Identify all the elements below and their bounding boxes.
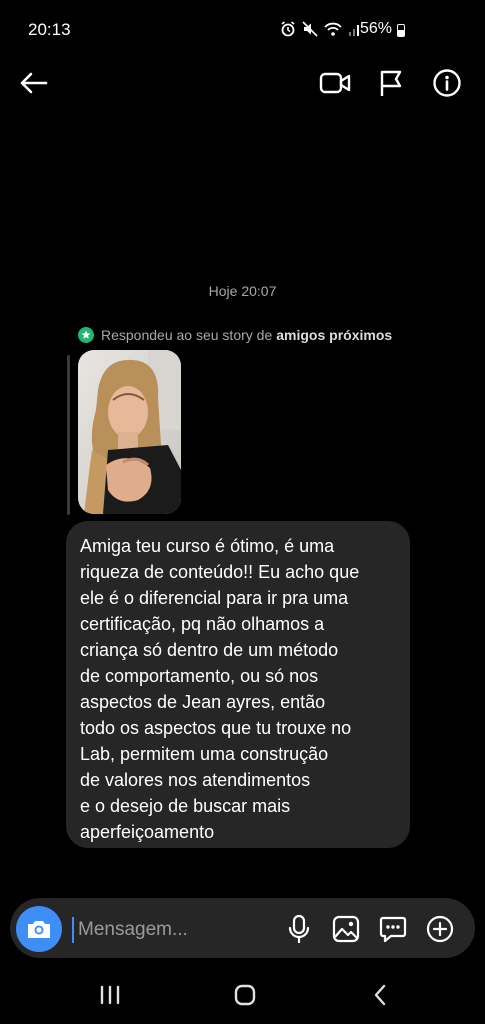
report-flag-button[interactable]	[374, 66, 408, 100]
recent-apps-button[interactable]	[96, 980, 124, 1010]
video-call-button[interactable]	[318, 66, 352, 100]
story-photo	[78, 350, 181, 514]
microphone-icon	[288, 914, 310, 944]
home-button[interactable]	[230, 980, 260, 1010]
back-arrow-icon	[20, 72, 48, 94]
message-line: aperfeiçoamento	[80, 822, 215, 842]
battery-percent: 56%	[360, 20, 393, 37]
flag-icon	[380, 70, 402, 96]
message-line: criança só dentro de um método	[80, 640, 339, 660]
voice-message-button[interactable]	[284, 912, 314, 946]
story-thumbnail[interactable]	[78, 350, 181, 514]
info-button[interactable]	[430, 66, 464, 100]
reply-indicator-line	[67, 355, 70, 515]
gallery-image-icon	[332, 915, 360, 943]
chat-bubble-icon	[379, 916, 407, 943]
mute-icon	[302, 21, 318, 37]
message-line: ele é o diferencial para ir pra uma	[80, 588, 349, 608]
message-line: de valores nos atendimentos	[80, 770, 311, 790]
message-line: certificação, pq não olhamos a	[80, 614, 325, 634]
home-icon	[234, 984, 256, 1006]
message-line: Lab, permitem uma construção	[80, 744, 329, 764]
camera-icon	[28, 921, 50, 938]
gallery-button[interactable]	[330, 912, 362, 946]
sticker-button[interactable]	[377, 912, 409, 946]
reply-context-text: Respondeu ao seu story de	[101, 327, 273, 343]
info-icon	[433, 69, 461, 97]
message-line: riqueza de conteúdo!! Eu acho que	[80, 562, 360, 582]
chevron-left-icon	[374, 984, 386, 1006]
video-call-icon	[319, 72, 351, 94]
status-bar: 20:13 56%	[0, 0, 485, 60]
system-back-button[interactable]	[366, 980, 394, 1010]
wifi-icon	[324, 22, 342, 36]
alarm-icon	[281, 21, 295, 37]
message-input[interactable]	[72, 917, 288, 943]
message-line: todo os aspectos que tu trouxe no	[80, 718, 352, 738]
plus-circle-icon	[426, 915, 454, 943]
message-line: e o desejo de buscar mais	[80, 796, 291, 816]
message-line: de comportamento, ou só nos	[80, 666, 319, 686]
reply-context-bold: amigos próximos	[276, 327, 393, 343]
back-button[interactable]	[16, 66, 50, 100]
battery-icon	[397, 24, 405, 37]
message-line: aspectos de Jean ayres, então	[80, 692, 326, 712]
story-reply-context: Respondeu ao seu story de amigos próximo…	[78, 327, 392, 343]
recent-apps-icon	[100, 985, 120, 1005]
camera-button[interactable]	[16, 906, 62, 952]
message-timestamp: Hoje 20:07	[208, 283, 277, 299]
status-time: 20:13	[28, 20, 71, 39]
more-options-button[interactable]	[424, 912, 456, 946]
message-bubble[interactable]: Amiga teu curso é ótimo, é uma riqueza d…	[66, 521, 410, 848]
status-icons	[280, 21, 362, 37]
message-line: Amiga teu curso é ótimo, é uma	[80, 536, 335, 556]
close-friends-star-icon	[78, 327, 94, 343]
